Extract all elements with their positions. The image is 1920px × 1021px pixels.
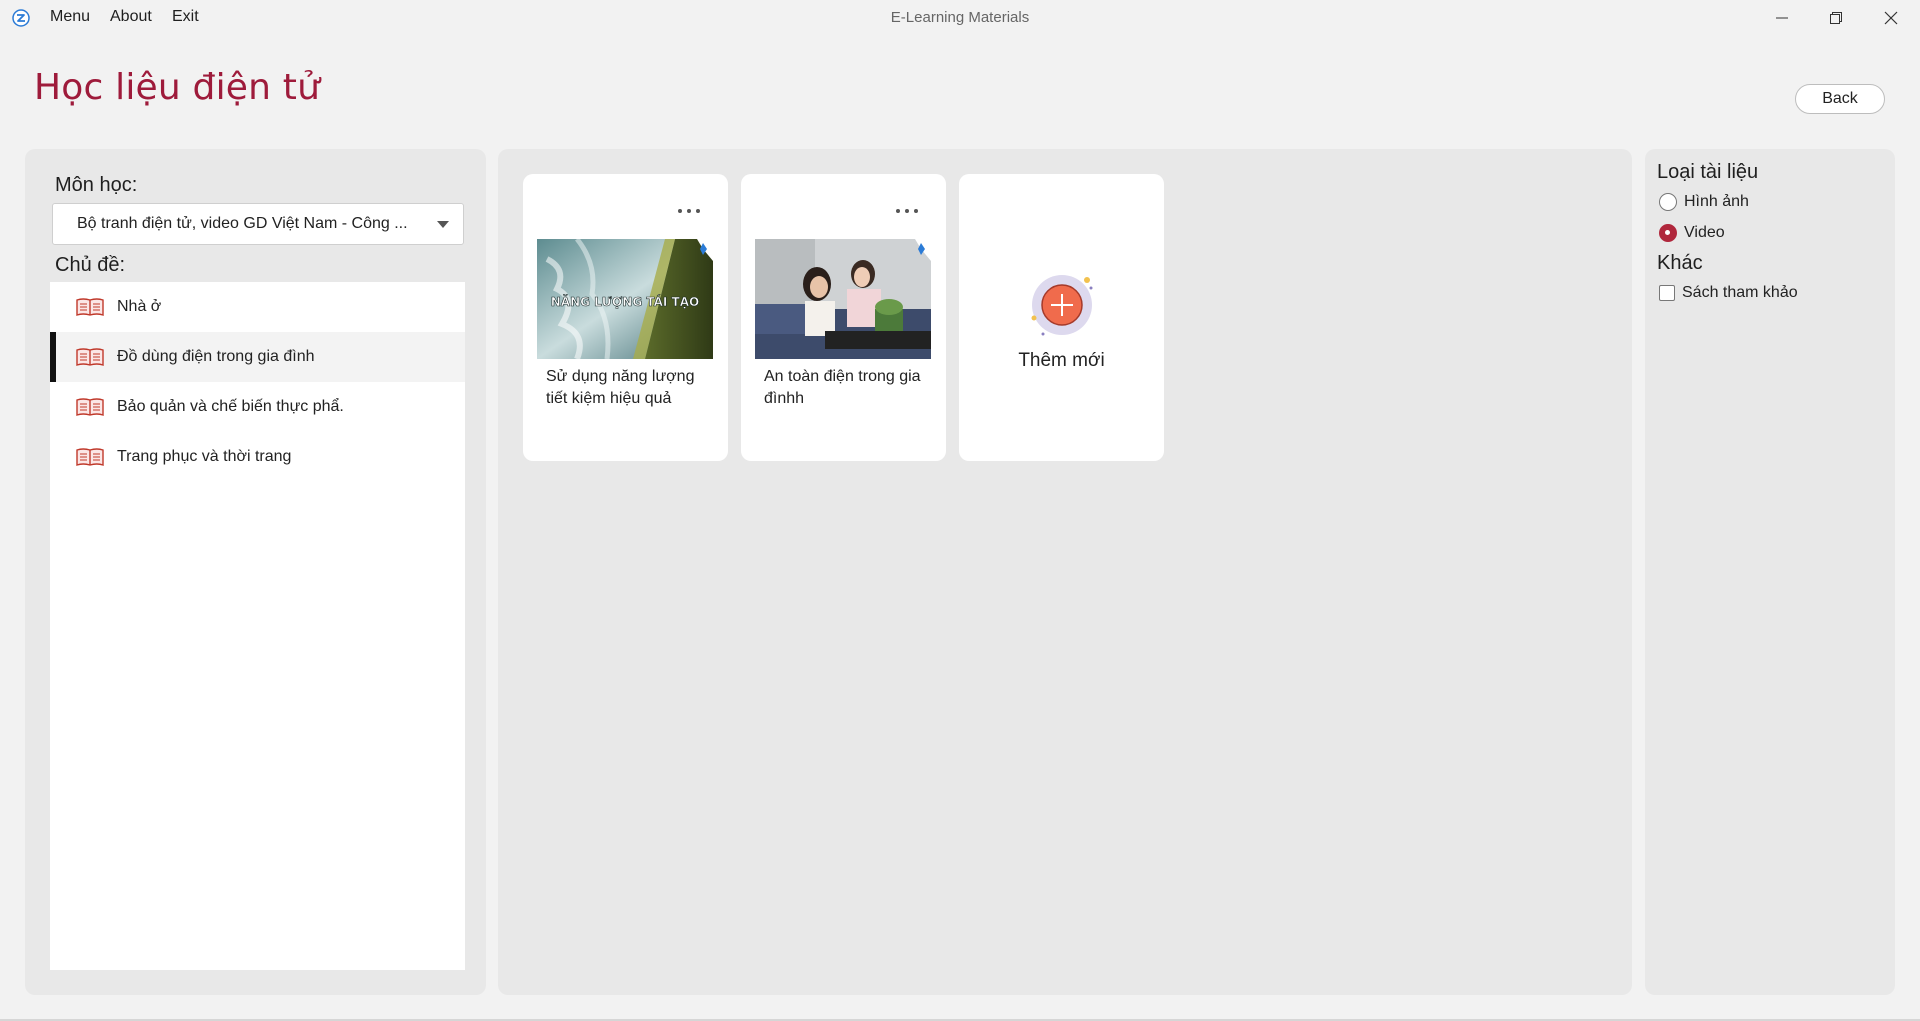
minimize-button[interactable]: [1755, 0, 1809, 36]
topic-item-do-dung-dien[interactable]: Đồ dùng điện trong gia đình: [50, 332, 465, 382]
topic-label: Chủ đề:: [55, 254, 126, 276]
topic-list: Nhà ở Đồ dùng điện trong gia đình Bảo qu…: [50, 282, 465, 970]
radio-hinh-anh[interactable]: Hình ảnh: [1659, 193, 1749, 211]
video-thumbnail-title: NĂNG LƯỢNG TÁI TẠO: [551, 294, 699, 309]
topic-item-nha-o[interactable]: Nhà ở: [50, 282, 465, 332]
radio-label: Hình ảnh: [1684, 193, 1749, 210]
window-title: E-Learning Materials: [890, 9, 1030, 26]
video-thumbnail[interactable]: NĂNG LƯỢNG TÁI TẠO: [537, 239, 713, 359]
radio-video[interactable]: Video: [1659, 224, 1725, 242]
topic-label-text: Đồ dùng điện trong gia đình: [117, 348, 315, 365]
back-button[interactable]: Back: [1795, 84, 1885, 114]
topic-label-text: Nhà ở: [117, 298, 162, 315]
materials-panel: NĂNG LƯỢNG TÁI TẠO Sử dụng năng lượng ti…: [498, 149, 1632, 995]
radio-icon[interactable]: [1659, 193, 1677, 211]
subject-label: Môn học:: [55, 174, 138, 196]
checkbox-icon[interactable]: [1659, 285, 1675, 301]
topic-label-text: Trang phục và thời trang: [117, 448, 292, 465]
radio-label: Video: [1684, 224, 1725, 241]
video-thumbnail-image: NĂNG LƯỢNG TÁI TẠO: [537, 239, 713, 359]
other-label: Khác: [1657, 252, 1703, 274]
add-circle-icon: [1031, 275, 1093, 336]
add-new-label: Thêm mới: [1018, 350, 1105, 371]
material-card[interactable]: An toàn điện trong gia đìnhh: [741, 174, 946, 461]
book-icon: [76, 448, 104, 466]
topic-label-text: Bảo quản và chế biến thực phẩ.: [117, 398, 344, 415]
minimize-icon: [1776, 17, 1788, 19]
material-title: Sử dụng năng lượng tiết kiệm hiệu quả: [546, 368, 695, 407]
book-icon: [76, 348, 104, 366]
restore-button[interactable]: [1809, 0, 1863, 36]
more-options-icon[interactable]: [678, 208, 700, 214]
checkbox-label: Sách tham khảo: [1682, 284, 1798, 301]
title-bar: Menu About Exit E-Learning Materials: [0, 0, 1920, 36]
radio-checked-icon[interactable]: [1659, 224, 1677, 242]
restore-icon: [1830, 12, 1842, 24]
type-filter-panel: Loại tài liệu Hình ảnh Video Khác Sách t…: [1645, 149, 1895, 995]
book-icon: [76, 398, 104, 416]
book-icon: [76, 298, 104, 316]
topic-item-trang-phuc[interactable]: Trang phục và thời trang: [50, 432, 465, 482]
close-icon: [1884, 11, 1898, 25]
page-title: Học liệu điện tử: [34, 67, 321, 108]
type-label: Loại tài liệu: [1657, 161, 1759, 183]
subject-dropdown-value: Bộ tranh điện tử, video GD Việt Nam - Cô…: [77, 215, 408, 232]
close-button[interactable]: [1864, 0, 1918, 36]
video-thumbnail-image: [755, 239, 931, 359]
topic-item-bao-quan[interactable]: Bảo quản và chế biến thực phẩ.: [50, 382, 465, 432]
chevron-down-icon: [437, 221, 449, 228]
video-thumbnail[interactable]: [755, 239, 931, 359]
subject-dropdown[interactable]: Bộ tranh điện tử, video GD Việt Nam - Cô…: [52, 203, 464, 245]
more-options-icon[interactable]: [896, 208, 918, 214]
material-card[interactable]: NĂNG LƯỢNG TÁI TẠO Sử dụng năng lượng ti…: [523, 174, 728, 461]
filter-panel: Môn học: Bộ tranh điện tử, video GD Việt…: [25, 149, 486, 995]
add-new-card[interactable]: Thêm mới: [959, 174, 1164, 461]
checkbox-sach-tham-khao[interactable]: Sách tham khảo: [1659, 284, 1798, 302]
material-title: An toàn điện trong gia đìnhh: [764, 368, 921, 407]
